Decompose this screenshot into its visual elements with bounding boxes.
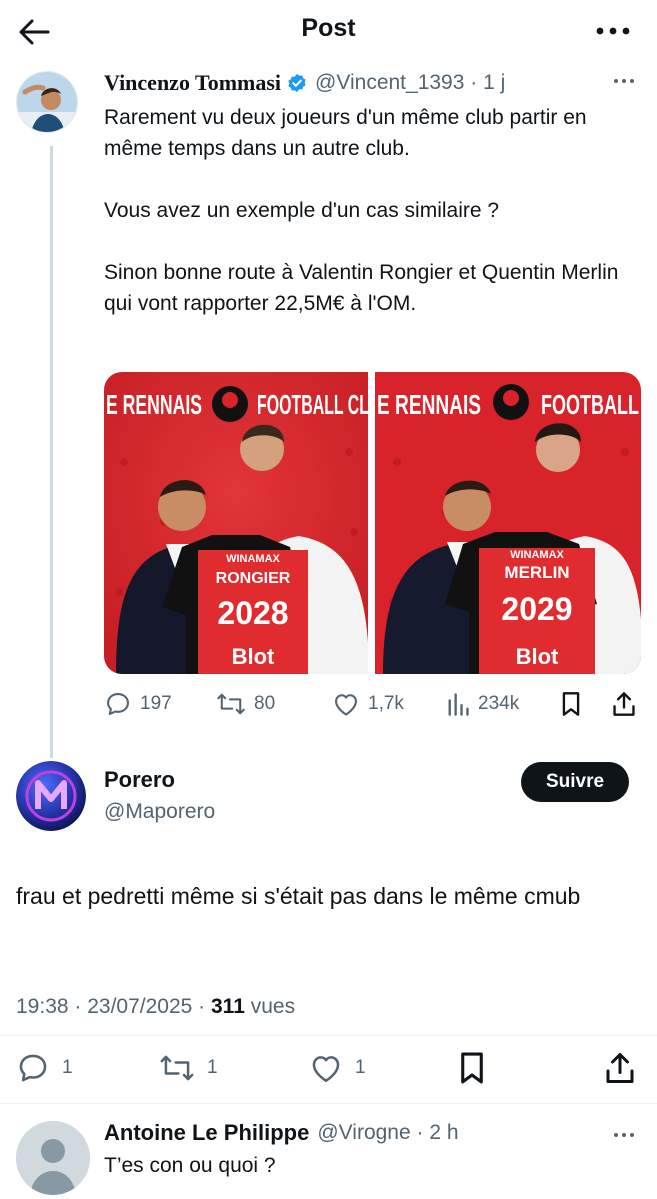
heart-icon bbox=[312, 1056, 340, 1083]
reply-count: 197 bbox=[140, 693, 172, 714]
page-title: Post bbox=[301, 14, 356, 42]
repost-icon bbox=[217, 693, 245, 715]
banner-text-right: FOOTBALL CL bbox=[257, 389, 368, 420]
tweet-header: Vincenzo Tommasi @Vincent_1393 · 1 j bbox=[104, 66, 637, 100]
post-datetime: 19:38 · 23/07/2025 · bbox=[16, 995, 206, 1018]
shirt-brand-text: Blot bbox=[516, 644, 559, 669]
shirt-name-text: MERLIN bbox=[504, 563, 569, 582]
shirt-year-text: 2029 bbox=[501, 591, 572, 627]
repost-count: 1 bbox=[207, 1057, 218, 1078]
shirt-brand-text: Blot bbox=[232, 644, 275, 669]
reply-count: 1 bbox=[62, 1057, 73, 1078]
author-handle[interactable]: @Maporero bbox=[104, 800, 215, 824]
shirt-year-text: 2028 bbox=[217, 595, 288, 631]
reply-icon bbox=[19, 1054, 47, 1082]
like-button[interactable]: 1,7k bbox=[332, 686, 404, 722]
like-count: 1 bbox=[355, 1057, 366, 1078]
share-icon bbox=[613, 692, 635, 716]
view-count: 311 bbox=[211, 995, 245, 1018]
reply-text: frau et pedretti même si s'était pas dan… bbox=[16, 883, 581, 909]
reply-header: Antoine Le Philippe @Virogne · 2 h bbox=[104, 1118, 637, 1148]
views-button[interactable]: 234k bbox=[446, 686, 519, 722]
reply-icon bbox=[107, 693, 129, 715]
like-count: 1,7k bbox=[368, 693, 404, 714]
author-name[interactable]: Porero bbox=[104, 767, 175, 793]
tweet-actions: 197 80 1,7k 234k bbox=[104, 686, 641, 722]
repost-button[interactable]: 80 bbox=[216, 686, 275, 722]
post-actions: 1 1 1 bbox=[16, 1048, 641, 1088]
like-button[interactable]: 1 bbox=[309, 1048, 366, 1088]
bookmark-icon bbox=[461, 1052, 483, 1084]
views-label: vues bbox=[250, 995, 296, 1018]
views-count: 234k bbox=[478, 693, 520, 714]
more-dots-icon bbox=[596, 27, 630, 35]
reply-button[interactable]: 1 bbox=[16, 1048, 73, 1088]
top-bar: Post bbox=[0, 0, 657, 62]
default-avatar[interactable] bbox=[16, 1121, 90, 1195]
reply-text: T’es con ou quoi ? bbox=[104, 1154, 276, 1177]
follow-button[interactable]: Suivre bbox=[521, 762, 629, 802]
thread-line bbox=[50, 146, 53, 758]
bookmark-icon bbox=[562, 692, 580, 716]
avatar[interactable] bbox=[16, 71, 78, 133]
tweet-more-icon[interactable] bbox=[611, 1122, 637, 1148]
more-options-button[interactable] bbox=[593, 14, 633, 48]
author-handle[interactable]: @Vincent_1393 · 1 j bbox=[315, 71, 505, 95]
reply-button[interactable]: 197 bbox=[104, 686, 172, 722]
banner-text-left: E RENNAIS bbox=[106, 389, 202, 420]
repost-icon bbox=[160, 1055, 194, 1081]
tweet-media[interactable]: E RENNAIS FOOTBALL CL WINAMAX RONGIER 20… bbox=[104, 372, 641, 674]
avatar[interactable] bbox=[16, 761, 86, 831]
share-button[interactable] bbox=[605, 1048, 635, 1088]
tweet-more-icon[interactable] bbox=[611, 68, 637, 94]
share-icon bbox=[606, 1053, 634, 1083]
repost-count: 80 bbox=[254, 693, 276, 714]
repost-button[interactable]: 1 bbox=[159, 1048, 218, 1088]
bookmark-button[interactable] bbox=[458, 1048, 486, 1088]
post-meta: 19:38 · 23/07/2025 · 311 vues bbox=[16, 995, 295, 1019]
share-button[interactable] bbox=[612, 686, 636, 722]
tweet-text: Rarement vu deux joueurs d'un même club … bbox=[104, 106, 619, 315]
author-name[interactable]: Antoine Le Philippe bbox=[104, 1120, 309, 1146]
bookmark-button[interactable] bbox=[560, 686, 582, 722]
banner-text-right: FOOTBALL bbox=[541, 389, 639, 420]
shirt-sponsor-text: WINAMAX bbox=[510, 549, 564, 561]
banner-text-left: E RENNAIS bbox=[377, 389, 481, 420]
author-name[interactable]: Vincenzo Tommasi bbox=[104, 70, 281, 96]
author-handle[interactable]: @Virogne · 2 h bbox=[317, 1121, 458, 1145]
photo-merlin[interactable]: E RENNAIS FOOTBALL WINAMAX MERLIN 2029 B… bbox=[375, 372, 641, 674]
divider bbox=[0, 1035, 657, 1036]
shirt-name-text: RONGIER bbox=[216, 570, 291, 587]
photo-rongier[interactable]: E RENNAIS FOOTBALL CL WINAMAX RONGIER 20… bbox=[104, 372, 370, 674]
heart-icon bbox=[335, 694, 357, 716]
divider bbox=[0, 1103, 657, 1104]
shirt-sponsor-text: WINAMAX bbox=[226, 553, 280, 565]
verified-badge-icon bbox=[288, 73, 306, 93]
analytics-icon bbox=[448, 693, 469, 716]
